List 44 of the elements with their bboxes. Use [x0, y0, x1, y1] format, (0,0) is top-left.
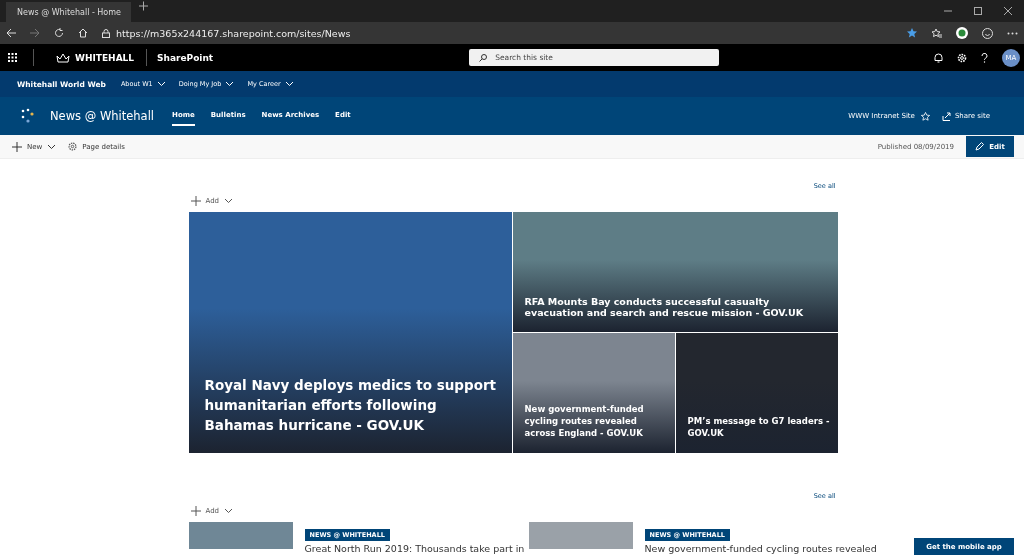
search-icon [479, 53, 488, 62]
forward-icon[interactable] [30, 28, 40, 38]
news-title[interactable]: Great North Run 2019: Thousands take part in [304, 543, 525, 554]
news-tile[interactable]: Royal Navy deploys medics to support humanitarian efforts following Bahamas hurricane - GOV.UK [188, 212, 512, 453]
more-icon[interactable] [1007, 31, 1018, 35]
chevron-down-icon [224, 198, 234, 204]
news-title[interactable]: New government-funded cycling routes revealed [644, 543, 877, 554]
address-field[interactable]: https://m365x244167.sharepoint.com/sites/News [116, 27, 351, 39]
star-icon[interactable] [907, 28, 917, 38]
extension-icon[interactable] [956, 27, 968, 39]
lock-icon [102, 28, 110, 38]
home-icon[interactable] [78, 28, 88, 38]
app-name[interactable]: SharePoint [157, 52, 214, 63]
chevron-down-icon [284, 81, 294, 87]
back-icon[interactable] [6, 28, 16, 38]
help-icon[interactable] [981, 52, 988, 63]
close-icon[interactable] [1004, 7, 1012, 15]
site-logo-icon [20, 108, 36, 124]
smiley-icon[interactable] [982, 27, 993, 39]
settings-icon [68, 142, 78, 151]
site-title[interactable]: News @ Whitehall [50, 109, 155, 123]
plus-icon [190, 196, 201, 206]
app-launcher-icon[interactable] [8, 53, 17, 62]
minimize-icon[interactable] [944, 7, 952, 15]
plus-icon [12, 141, 22, 152]
share-icon [941, 111, 951, 121]
plus-icon [190, 506, 201, 516]
chevron-down-icon [47, 143, 57, 150]
brand-name[interactable]: WHITEHALL [75, 52, 135, 63]
crown-icon [56, 52, 70, 63]
chevron-down-icon [225, 81, 235, 87]
chevron-down-icon [156, 81, 166, 87]
refresh-icon[interactable] [54, 28, 64, 38]
news-tile[interactable]: RFA Mounts Bay conducts successful casualty evacuation and search and rescue mission - GOV.UK [512, 212, 838, 332]
bell-icon[interactable] [934, 52, 943, 63]
maximize-icon[interactable] [974, 7, 982, 15]
news-tile[interactable]: New government-funded cycling routes revealed across England - GOV.UK [512, 333, 675, 453]
chevron-down-icon [224, 508, 234, 514]
settings-icon[interactable] [957, 52, 967, 63]
star-icon[interactable] [920, 111, 930, 121]
news-tile[interactable]: PM’s message to G7 leaders - GOV.UK [675, 333, 838, 453]
browser-tab[interactable]: News @ Whitehall - Home [6, 2, 131, 22]
pencil-icon [975, 142, 985, 151]
favorites-icon[interactable] [931, 28, 942, 38]
